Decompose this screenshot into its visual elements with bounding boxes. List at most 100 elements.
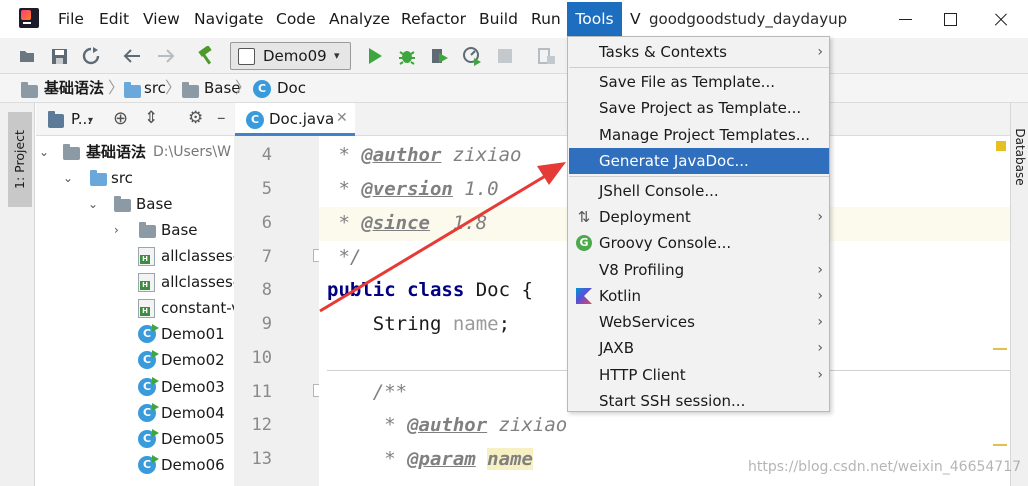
run-icon[interactable] [364,45,386,67]
code-line: * @param name [327,448,533,470]
menu-item-v8-profiling[interactable]: V8 Profiling › [569,257,829,283]
tree-item-class[interactable]: C Demo04 [36,401,234,425]
stop-icon[interactable] [494,45,516,67]
hide-panel-icon[interactable]: – [217,108,226,128]
menu-file[interactable]: File [58,9,84,29]
tree-item-file[interactable]: H allclasses- [36,244,234,268]
tree-item-label: allclasses- [161,273,234,291]
menu-refactor[interactable]: Refactor [401,9,466,29]
open-icon[interactable] [17,45,39,67]
line-number: 13 [251,449,272,469]
chevron-down-icon: ▾ [334,49,340,62]
menu-edit[interactable]: Edit [99,9,129,29]
line-number: 12 [251,415,272,435]
line-number: 9 [261,314,272,334]
menu-item-start-ssh-session[interactable]: Start SSH session... [569,388,829,414]
package-folder-icon [114,196,131,212]
menu-navigate[interactable]: Navigate [194,9,264,29]
code-line: */ [327,246,362,268]
maximize-icon[interactable] [930,4,970,34]
chevron-down-icon[interactable]: ⌄ [39,140,49,164]
menu-build[interactable]: Build [479,9,518,29]
menu-code[interactable]: Code [276,9,316,29]
tree-item-base-sub[interactable]: › Base [36,218,234,242]
intellij-logo-icon [19,8,39,28]
project-tab-label: 1: Project [12,130,27,189]
menu-analyze[interactable]: Analyze [329,9,390,29]
menu-item-manage-project-templates[interactable]: Manage Project Templates... [569,122,829,148]
coverage-icon[interactable] [428,45,450,67]
menu-item-tasks-contexts[interactable]: Tasks & Contexts › [569,39,829,65]
menu-item-groovy-console[interactable]: G Groovy Console... [569,230,829,256]
runnable-class-icon: C [138,377,159,396]
tree-root[interactable]: ⌄ 基础语法 D:\Users\W [36,140,234,164]
menu-run[interactable]: Run [531,9,561,29]
tree-item-label: Base [161,221,198,239]
close-tab-icon[interactable]: ✕ [336,109,348,128]
tree-item-label: Demo06 [161,456,225,474]
tree-item-class[interactable]: C Demo03 [36,375,234,399]
code-line: public class Doc { [327,279,533,301]
html-file-icon: H [138,299,155,318]
run-config-label: Demo09 [263,47,327,65]
tree-item-base[interactable]: ⌄ Base [36,192,234,216]
tab-doc-java[interactable]: C Doc.java ✕ [235,103,355,136]
menu-item-deployment[interactable]: ⇅ Deployment › [569,204,829,230]
tree-item-file[interactable]: H constant-v [36,296,234,320]
locate-target-icon[interactable]: ⊕ [113,109,128,129]
code-line: * @author zixiao [327,414,568,436]
chevron-right-icon[interactable]: › [114,218,119,242]
vcs-icon[interactable] [536,45,558,67]
tree-item-src[interactable]: ⌄ src [36,166,234,190]
menu-item-http-client[interactable]: HTTP Client › [569,362,829,388]
menu-item-jshell-console[interactable]: JShell Console... [569,178,829,204]
close-icon[interactable] [980,4,1020,34]
tree-item-label: src [111,169,133,187]
menu-item-kotlin[interactable]: Kotlin › [569,283,829,309]
menu-vcs-truncated[interactable]: V [630,9,641,29]
project-tool-window-tab[interactable]: 1: Project [8,112,32,207]
code-line: * @version 1.0 [327,178,499,200]
warning-stripe-mark[interactable] [993,444,1007,446]
warning-stripe-mark[interactable] [993,348,1007,350]
warning-indicator-icon[interactable] [996,141,1006,151]
debug-icon[interactable] [396,45,418,67]
tree-item-file[interactable]: H allclasses- [36,270,234,294]
menu-item-save-project-template[interactable]: Save Project as Template... [569,95,829,121]
tree-item-label: allclasses- [161,247,234,265]
back-icon[interactable] [121,45,143,67]
menu-item-save-file-template[interactable]: Save File as Template... [569,69,829,95]
run-configuration-select[interactable]: Demo09 ▾ [230,42,351,70]
package-folder-icon [182,82,199,98]
gear-icon[interactable]: ⚙ [188,108,203,128]
sync-icon[interactable] [80,45,102,67]
collapse-all-icon[interactable]: ⇕ [144,108,158,128]
source-folder-icon [90,170,107,186]
minimize-icon[interactable] [885,4,925,34]
breadcrumb-project[interactable]: 基础语法 [44,79,104,98]
tree-item-class[interactable]: C Demo06 [36,453,234,477]
tree-item-label: Demo03 [161,378,225,396]
menu-tools[interactable]: Tools [567,2,622,36]
folder-icon [139,222,156,238]
profile-icon[interactable] [461,45,483,67]
menu-view[interactable]: View [143,9,180,29]
chevron-down-icon[interactable]: ⌄ [63,166,73,190]
database-tool-window-tab[interactable]: Database [1012,118,1028,196]
menu-item-webservices[interactable]: WebServices › [569,309,829,335]
tree-item-class[interactable]: C Demo01 [36,322,234,346]
groovy-icon: G [576,235,592,251]
save-icon[interactable] [48,45,70,67]
chevron-down-icon[interactable]: ⌄ [88,192,98,216]
breadcrumb-doc[interactable]: Doc [277,79,306,98]
tree-item-class[interactable]: C Demo02 [36,348,234,372]
watermark: https://blog.csdn.net/weixin_46654717 [748,459,1022,475]
tree-item-label: Base [136,195,173,213]
menu-item-jaxb[interactable]: JAXB › [569,335,829,361]
breadcrumb-src[interactable]: src [144,79,166,98]
tree-item-class[interactable]: C Demo05 [36,427,234,451]
menu-item-generate-javadoc[interactable]: Generate JavaDoc... [569,148,829,174]
forward-icon[interactable] [155,45,177,67]
build-hammer-icon[interactable] [195,45,217,67]
chevron-down-icon[interactable]: ▾ [88,111,93,130]
